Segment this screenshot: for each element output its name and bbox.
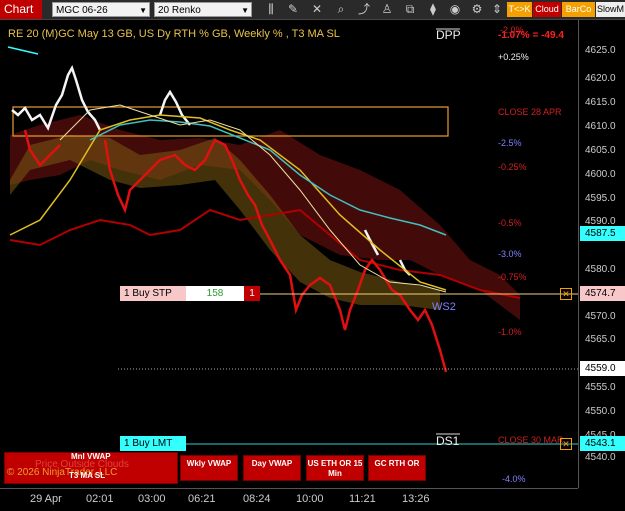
price-tick: 4540.0 [585,452,616,463]
buy-stp-close-button[interactable]: 1 [244,286,260,301]
bar-type-select[interactable]: 20 Renko ▼ [154,2,252,17]
pct-label: -4.0% [502,474,526,484]
pct-label: -0.75% [498,272,527,282]
vwap-panel[interactable]: Mnl VWAP Price Outside Clouds © 2026 Nin… [4,452,178,484]
price-axis[interactable]: 4625.0 4620.0 4615.0 4610.0 4605.0 4600.… [578,20,625,488]
day-vwap-button[interactable]: Day VWAP [243,455,301,481]
time-tick: 10:00 [296,493,324,505]
chart-indicator-title: RE 20 (M)GC May 13 GB, US Dy RTH % GB, W… [8,28,340,40]
price-tick: 4555.0 [585,382,616,393]
drawing-tools-icon[interactable]: ✎ [286,2,300,17]
buy-lmt-order-label[interactable]: 1 Buy LMT [120,436,186,451]
pct-label: -0.25% [498,162,527,172]
price-tick: 4580.0 [585,264,616,275]
price-tick: 4605.0 [585,145,616,156]
pct-label: -1.0% [498,327,522,337]
price-tick: 4615.0 [585,97,616,108]
chevron-down-icon: ▼ [139,6,147,15]
time-tick: 02:01 [86,493,114,505]
crosshair-icon[interactable]: ✕ [310,2,324,17]
instrument-select[interactable]: MGC 06-26 ▼ [52,2,150,17]
camera-icon[interactable]: ◉ [448,2,462,17]
scale-icon[interactable]: ⇕ [490,2,504,17]
barco-button[interactable]: BarCo [562,2,595,17]
time-axis[interactable]: 29 Apr 02:01 03:00 06:21 08:24 10:00 11:… [0,488,578,511]
templates-icon[interactable]: ⧉ [403,2,417,17]
order-close-icon[interactable]: ✕ [560,288,572,300]
price-tick: 4550.0 [585,406,616,417]
chevron-down-icon: ▼ [241,6,249,15]
price-tick: 4595.0 [585,193,616,204]
close-30mar-label: CLOSE 30 MAR [498,435,564,445]
indicators-icon[interactable]: ⤴ [357,2,371,17]
wkly-vwap-button[interactable]: Wkly VWAP [180,455,238,481]
us-eth-or-button[interactable]: US ETH OR 15 Min [306,455,364,481]
pct-label: -2.5% [498,138,522,148]
cloud-button[interactable]: Cloud [533,2,561,17]
magnifier-icon[interactable]: ⌕ [334,2,348,17]
bars-icon[interactable]: ⫼ [264,2,278,17]
price-tick: 4625.0 [585,45,616,56]
pct-label: -0.5% [498,218,522,228]
gc-rth-or-button[interactable]: GC RTH OR [368,455,426,481]
tk-button[interactable]: T<>K [507,2,532,17]
price-tick: 4620.0 [585,73,616,84]
bar-type-value: 20 Renko [158,5,201,16]
price-tag-4543: 4543.1 [580,436,625,451]
pct-label: +0.25% [498,52,529,62]
buy-stp-qty[interactable]: 158 [186,286,244,301]
price-chart-svg [7,28,578,445]
price-tag-4587: 4587.5 [580,226,625,241]
pct-label: -2.0% [500,25,524,35]
slowm-button[interactable]: SlowM [596,2,625,17]
time-tick: 13:26 [402,493,430,505]
chart-plot-area[interactable]: RE 20 (M)GC May 13 GB, US Dy RTH % GB, W… [0,20,578,488]
price-tag-4574: 4574.7 [580,286,625,301]
close-28apr-label: CLOSE 28 APR [498,107,562,117]
price-tick: 4610.0 [585,121,616,132]
order-close-icon[interactable]: ✕ [560,438,572,450]
chart-title-tab[interactable]: Chart [0,0,42,19]
time-tick: 11:21 [349,493,376,505]
instrument-value: MGC 06-26 [56,5,108,16]
price-tick: 4600.0 [585,169,616,180]
time-tick: 03:00 [138,493,166,505]
ws2-label: WS2 [432,301,456,313]
buy-stp-order-label[interactable]: 1 Buy STP [120,286,186,301]
time-tick: 08:24 [243,493,271,505]
strategies-icon[interactable]: ♙ [380,2,394,17]
price-tag-4559: 4559.0 [580,361,625,376]
dpp-label: DPP [436,28,461,42]
properties-icon[interactable]: ⚙ [470,2,484,17]
attach-icon[interactable]: ⧫ [426,2,440,17]
chart-toolbar: Chart MGC 06-26 ▼ 20 Renko ▼ ⫼ ✎ ✕ ⌕ ⤴ ♙… [0,0,625,20]
price-tick: 4565.0 [585,334,616,345]
ds1-label: DS1 [436,434,460,448]
time-tick: 29 Apr [30,493,62,505]
t3-label: T3 MA SL [69,471,106,480]
pct-label: -3.0% [498,249,522,259]
time-tick: 06:21 [188,493,216,505]
price-tick: 4570.0 [585,311,616,322]
